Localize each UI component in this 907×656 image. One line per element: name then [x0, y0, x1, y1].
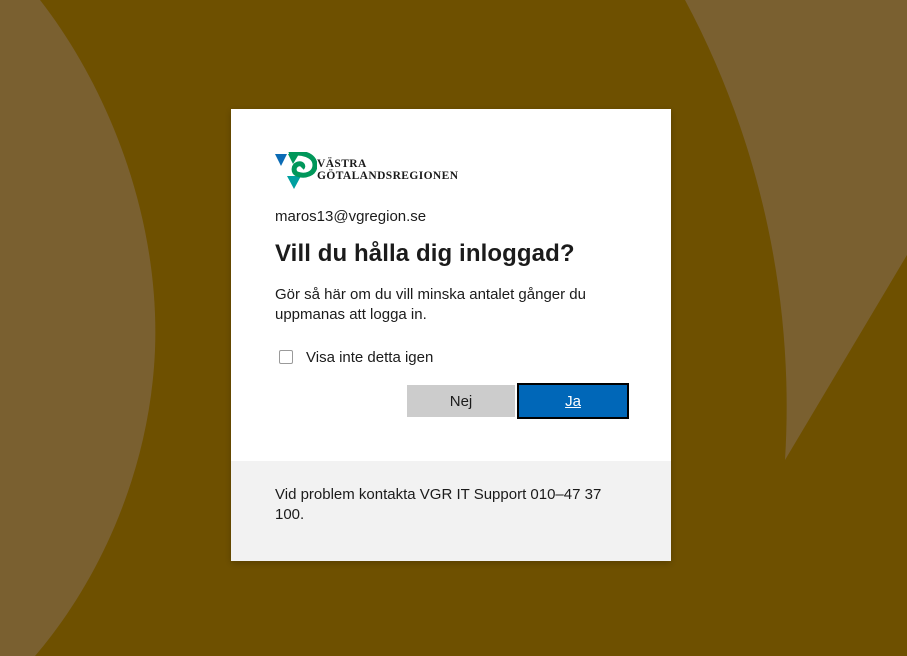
stay-signed-in-dialog: VÄSTRA GÖTALANDSREGIONEN maros13@vgregio… — [231, 109, 671, 561]
right-arc-shape — [685, 0, 907, 460]
dont-show-again-checkbox[interactable] — [279, 349, 293, 364]
logo-text-line2: GÖTALANDSREGIONEN — [317, 170, 459, 182]
dialog-body: VÄSTRA GÖTALANDSREGIONEN maros13@vgregio… — [231, 109, 671, 461]
vgr-logo: VÄSTRA GÖTALANDSREGIONEN — [275, 152, 458, 190]
logo-text-line1: VÄSTRA — [317, 158, 367, 170]
dont-show-again-label[interactable]: Visa inte detta igen — [306, 349, 433, 366]
vgr-logo-icon — [275, 152, 317, 189]
yes-button[interactable]: Ja — [517, 383, 629, 419]
dialog-title: Vill du hålla dig inloggad? — [275, 240, 575, 267]
vgr-logo-text: VÄSTRA GÖTALANDSREGIONEN — [317, 158, 458, 182]
support-contact-text: Vid problem kontakta VGR IT Support 010–… — [275, 486, 602, 523]
dialog-description: Gör så här om du vill minska antalet gån… — [275, 286, 586, 323]
account-email: maros13@vgregion.se — [275, 208, 427, 225]
left-arc-shape — [0, 0, 156, 656]
dialog-footer: Vid problem kontakta VGR IT Support 010–… — [231, 461, 671, 561]
no-button[interactable]: Nej — [407, 385, 515, 417]
dont-show-again-option[interactable]: Visa inte detta igen — [279, 349, 433, 366]
